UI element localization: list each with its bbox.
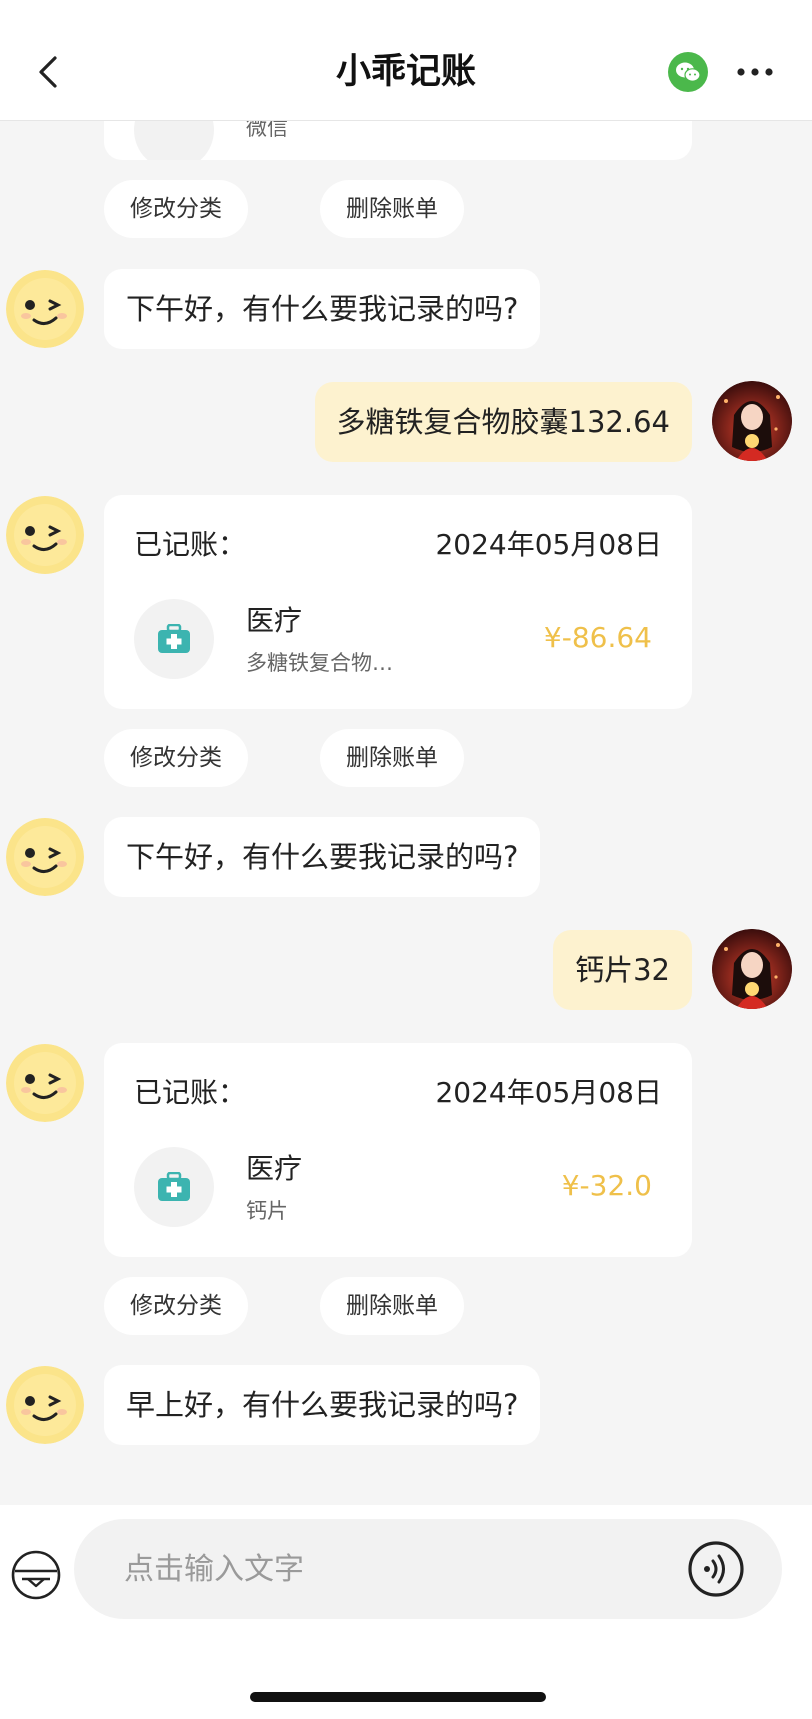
card-note: 多糖铁复合物… bbox=[246, 651, 393, 675]
delete-bill-button[interactable]: 删除账单 bbox=[320, 180, 464, 238]
wechat-icon bbox=[676, 62, 701, 82]
home-indicator bbox=[250, 1692, 546, 1702]
nav-header: 小乖记账 bbox=[0, 0, 812, 121]
voice-icon[interactable] bbox=[686, 1539, 746, 1599]
edit-category-button[interactable]: 修改分类 bbox=[104, 1277, 248, 1335]
medical-kit-icon bbox=[134, 1147, 214, 1227]
wechat-button[interactable] bbox=[668, 52, 708, 92]
record-card[interactable]: 已记账： 2024年05月08日 医疗 多糖铁复合物… ¥-86.64 bbox=[104, 495, 692, 709]
more-dots-icon bbox=[737, 68, 773, 76]
card-date: 2024年05月08日 bbox=[435, 528, 662, 561]
card-amount: ¥-86.64 bbox=[543, 621, 652, 654]
card-category: 医疗 bbox=[246, 1152, 303, 1185]
card-title: 已记账： bbox=[134, 1076, 247, 1109]
message-input[interactable] bbox=[124, 1544, 684, 1594]
card-title: 已记账： bbox=[134, 528, 247, 561]
edit-category-button[interactable]: 修改分类 bbox=[104, 729, 248, 787]
more-button[interactable] bbox=[733, 52, 777, 92]
user-avatar[interactable] bbox=[712, 929, 792, 1009]
chat-area[interactable]: 微信 修改分类 删除账单 下午好，有什么要我记录的吗? 多糖铁复合物胶囊132.… bbox=[0, 0, 812, 1505]
card-amount: ¥-32.0 bbox=[561, 1169, 652, 1202]
card-category: 医疗 bbox=[246, 604, 303, 637]
record-card[interactable]: 已记账： 2024年05月08日 医疗 钙片 ¥-32.0 bbox=[104, 1043, 692, 1257]
bot-avatar bbox=[6, 818, 84, 896]
bot-avatar bbox=[6, 1366, 84, 1444]
user-avatar[interactable] bbox=[712, 381, 792, 461]
bot-message: 下午好，有什么要我记录的吗? bbox=[104, 269, 541, 349]
edit-category-button[interactable]: 修改分类 bbox=[104, 180, 248, 238]
bot-message: 下午好，有什么要我记录的吗? bbox=[104, 817, 541, 897]
keyboard-icon bbox=[11, 1550, 61, 1600]
bot-message: 早上好，有什么要我记录的吗? bbox=[104, 1365, 541, 1445]
bot-avatar bbox=[6, 496, 84, 574]
bot-avatar bbox=[6, 270, 84, 348]
card-note: 钙片 bbox=[246, 1199, 288, 1223]
card-date: 2024年05月08日 bbox=[435, 1076, 662, 1109]
delete-bill-button[interactable]: 删除账单 bbox=[320, 729, 464, 787]
message-input-box bbox=[74, 1519, 782, 1619]
delete-bill-button[interactable]: 删除账单 bbox=[320, 1277, 464, 1335]
medical-kit-icon bbox=[134, 599, 214, 679]
user-message: 钙片32 bbox=[553, 930, 692, 1010]
input-bar bbox=[0, 1505, 812, 1719]
bot-avatar bbox=[6, 1044, 84, 1122]
user-message: 多糖铁复合物胶囊132.64 bbox=[314, 382, 692, 462]
keyboard-toggle-button[interactable] bbox=[10, 1549, 62, 1601]
